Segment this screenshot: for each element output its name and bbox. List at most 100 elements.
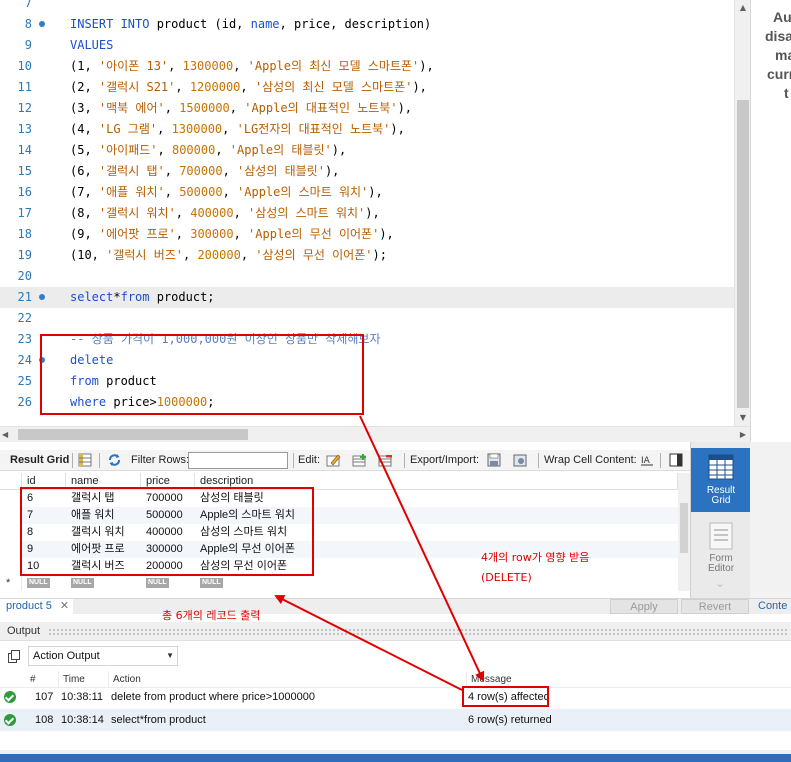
- panel-grip[interactable]: [48, 628, 788, 635]
- code-token: '삼성의 태블릿': [237, 164, 325, 178]
- code-line[interactable]: 22: [0, 308, 734, 329]
- code-line[interactable]: 9 VALUES: [0, 35, 734, 56]
- code-text: (10, '갤럭시 버즈', 200000, '삼성의 무선 이어폰');: [70, 245, 387, 266]
- code-token: VALUES: [70, 38, 114, 52]
- code-token: 1300000: [171, 122, 223, 136]
- code-token: );: [372, 248, 387, 262]
- code-token: ,: [229, 101, 245, 115]
- toggle-panel-icon[interactable]: [669, 453, 684, 467]
- line-number: 15: [17, 164, 32, 178]
- code-line[interactable]: 15 (6, '갤럭시 탭', 700000, '삼성의 태블릿'),: [0, 161, 734, 182]
- code-token: (10,: [70, 248, 107, 262]
- row-marker[interactable]: [0, 541, 22, 558]
- result-tab-bar: product 5 ✕ Apply Revert Conte: [0, 598, 791, 614]
- output-row-num: 107: [35, 691, 54, 703]
- line-number: 8: [24, 17, 32, 31]
- code-token: (9,: [70, 227, 99, 241]
- code-token: '갤럭시 S21': [98, 80, 176, 94]
- scroll-up-arrow-icon[interactable]: ▲: [735, 0, 751, 16]
- copy-icon[interactable]: [8, 650, 21, 663]
- grid-view-icon[interactable]: [78, 453, 93, 467]
- row-marker[interactable]: [0, 490, 22, 507]
- code-token: ,: [175, 227, 191, 241]
- grid-vscroll-thumb[interactable]: [680, 503, 688, 553]
- code-line[interactable]: 7: [0, 0, 734, 14]
- line-number: 13: [17, 122, 32, 136]
- code-text: (7, '애플 워치', 500000, 'Apple의 스마트 워치'),: [70, 182, 383, 203]
- import-icon[interactable]: [513, 453, 528, 467]
- help-text-line: Au: [773, 9, 791, 25]
- code-token: ,: [222, 185, 238, 199]
- code-token: '갤럭시 버즈': [106, 248, 183, 262]
- code-line[interactable]: 16 (7, '애플 워치', 500000, 'Apple의 스마트 워치'),: [0, 182, 734, 203]
- result-grid-icon: [708, 454, 734, 480]
- output-row[interactable]: 108 10:38:14 select*from product 6 row(s…: [0, 709, 791, 731]
- close-icon[interactable]: ✕: [60, 600, 69, 612]
- code-token: '삼성의 최신 모델 스마트폰': [254, 80, 413, 94]
- code-line[interactable]: 8 INSERT INTO product (id, name, price, d…: [0, 14, 734, 35]
- form-editor-view-button[interactable]: Form Editor ⌄: [691, 516, 751, 590]
- code-line[interactable]: 10 (1, '아이폰 13', 1300000, 'Apple의 최신 모델 스…: [0, 56, 734, 77]
- row-marker[interactable]: [0, 524, 22, 541]
- scroll-down-arrow-icon[interactable]: ▼: [735, 410, 751, 426]
- edit-row-icon[interactable]: [326, 453, 341, 467]
- code-token: ),: [324, 164, 340, 178]
- apply-button[interactable]: Apply: [610, 599, 678, 614]
- export-icon[interactable]: [487, 453, 502, 467]
- line-number: 7: [24, 0, 32, 10]
- output-toolbar: Action Output ▼: [0, 641, 791, 671]
- chevron-down-icon[interactable]: ⌄: [715, 576, 725, 590]
- insert-row-icon[interactable]: [352, 453, 367, 467]
- scroll-right-arrow-icon[interactable]: ▶: [740, 427, 746, 443]
- revert-button[interactable]: Revert: [681, 599, 749, 614]
- output-row-message: 6 row(s) returned: [468, 714, 552, 726]
- delete-row-icon[interactable]: [378, 453, 393, 467]
- output-type-select[interactable]: Action Output ▼: [28, 646, 178, 666]
- code-token: ,: [168, 59, 183, 73]
- row-marker[interactable]: [0, 558, 22, 575]
- line-number: 11: [17, 80, 32, 94]
- editor-horizontal-scrollbar[interactable]: ◀ ▶: [0, 426, 750, 442]
- output-panel-header: Output: [0, 622, 791, 641]
- row-marker: *: [0, 575, 22, 591]
- wrap-text-icon[interactable]: IA: [640, 453, 655, 467]
- code-line[interactable]: 13 (4, 'LG 그램', 1300000, 'LG전자의 대표적인 노트북'…: [0, 119, 734, 140]
- code-line[interactable]: 14 (5, '아이패드', 800000, 'Apple의 태블릿'),: [0, 140, 734, 161]
- refresh-icon[interactable]: [107, 453, 122, 467]
- result-grid-view-button[interactable]: Result Grid: [691, 448, 751, 512]
- toolbar-separator: [404, 453, 405, 468]
- code-token: 800000: [171, 143, 216, 157]
- scroll-left-arrow-icon[interactable]: ◀: [2, 427, 8, 443]
- code-line[interactable]: 21 select*from product;: [0, 287, 734, 308]
- editor-hscroll-thumb[interactable]: [18, 429, 248, 440]
- code-line[interactable]: 12 (3, '맥북 에어', 1500000, 'Apple의 대표적인 노트북…: [0, 98, 734, 119]
- statement-marker-icon[interactable]: [39, 21, 45, 27]
- statement-marker-icon[interactable]: [39, 294, 45, 300]
- line-number: 10: [17, 59, 32, 73]
- code-line[interactable]: 11 (2, '갤럭시 S21', 1200000, '삼성의 최신 모델 스마트…: [0, 77, 734, 98]
- context-help-tab[interactable]: Conte: [758, 599, 787, 614]
- code-token: (5,: [70, 143, 99, 157]
- code-line[interactable]: 17 (8, '갤럭시 워치', 400000, '삼성의 스마트 워치'),: [0, 203, 734, 224]
- code-token: product (id,: [156, 17, 251, 31]
- row-marker[interactable]: [0, 507, 22, 524]
- editor-vscroll-thumb[interactable]: [737, 100, 749, 408]
- editor-vertical-scrollbar[interactable]: ▲ ▼: [734, 0, 750, 426]
- code-line[interactable]: 19 (10, '갤럭시 버즈', 200000, '삼성의 무선 이어폰');: [0, 245, 734, 266]
- line-number: 19: [17, 248, 32, 262]
- annotation-delete-note: 4개의 row가 영향 받음: [481, 551, 590, 564]
- output-row[interactable]: 107 10:38:11 delete from product where p…: [0, 686, 791, 708]
- result-grid-label[interactable]: Result Grid: [10, 450, 69, 471]
- tab-product-5[interactable]: product 5 ✕: [0, 599, 74, 614]
- filter-rows-input[interactable]: [188, 452, 288, 469]
- new-row[interactable]: * NULL NULL NULL NULL: [0, 575, 678, 591]
- form-editor-side-text: Form Editor: [707, 553, 735, 574]
- code-text: INSERT INTO product (id, name, price, de…: [70, 14, 431, 35]
- code-line[interactable]: 20: [0, 266, 734, 287]
- code-token: 200000: [197, 248, 241, 262]
- code-token: ),: [397, 101, 413, 115]
- code-line[interactable]: 18 (9, '에어팟 프로', 300000, 'Apple의 무선 이어폰')…: [0, 224, 734, 245]
- code-token: select: [70, 290, 114, 304]
- code-token: ),: [368, 185, 383, 199]
- grid-vertical-scrollbar[interactable]: [678, 473, 690, 591]
